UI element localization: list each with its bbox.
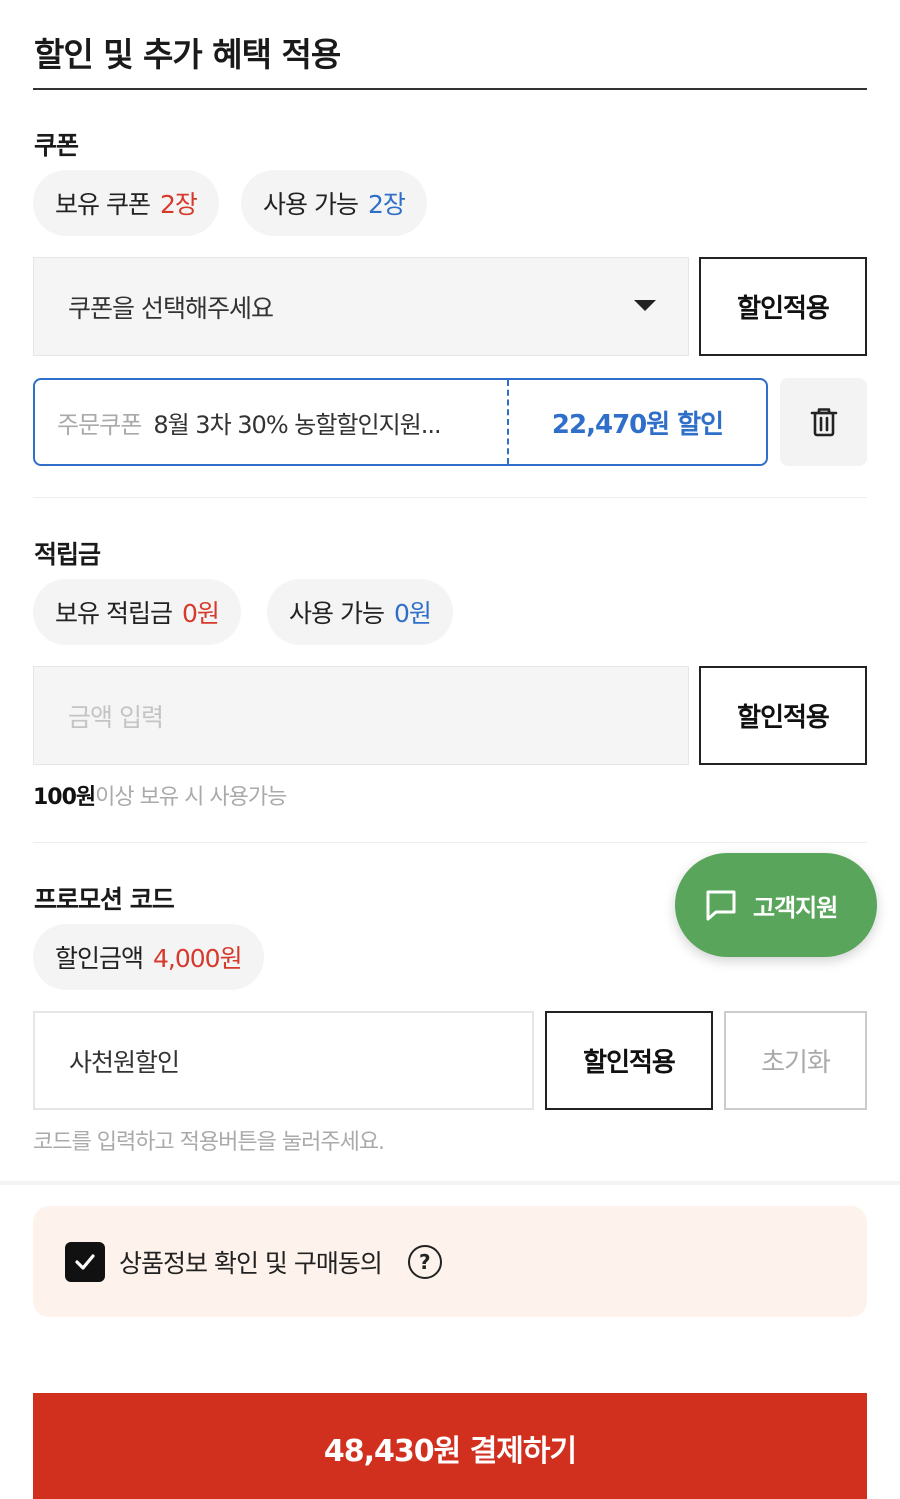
page-title: 할인 및 추가 혜택 적용 <box>34 35 341 74</box>
usable-points-value: 0원 <box>393 599 432 628</box>
owned-points-value: 0원 <box>181 599 220 628</box>
title-rule <box>33 88 867 90</box>
promo-discount-label: 할인금액 <box>55 944 144 973</box>
check-icon <box>75 1253 95 1270</box>
caret-down-icon <box>634 300 656 311</box>
coupon-select-value: 쿠폰을 선택해주세요 <box>68 293 274 323</box>
owned-points-label: 보유 적립금 <box>55 599 173 628</box>
section-divider <box>33 497 867 498</box>
promo-reset-button[interactable]: 초기화 <box>724 1011 867 1110</box>
applied-coupon-name: 8월 3차 30% 농할할인지원... <box>153 410 441 439</box>
owned-coupon-count: 2장 <box>159 190 198 219</box>
section-divider-thick <box>0 1181 900 1185</box>
applied-coupon-discount: 22,470원 할인 <box>551 409 724 440</box>
points-section-label: 적립금 <box>34 540 101 569</box>
customer-support-label: 고객지원 <box>753 893 838 922</box>
owned-coupon-label: 보유 쿠폰 <box>55 190 151 219</box>
points-hint: 100원이상 보유 시 사용가능 <box>33 779 287 811</box>
agree-label[interactable]: 상품정보 확인 및 구매동의 <box>119 1244 383 1280</box>
promo-apply-button[interactable]: 할인적용 <box>545 1011 713 1110</box>
usable-points-label: 사용 가능 <box>289 599 385 628</box>
owned-points-pill: 보유 적립금 0원 <box>33 579 241 645</box>
purchase-agreement-box: 상품정보 확인 및 구매동의 ? <box>33 1206 867 1317</box>
trash-icon <box>810 408 837 437</box>
coupon-apply-button[interactable]: 할인적용 <box>699 257 867 356</box>
promo-code-input[interactable]: 사천원할인 <box>33 1011 534 1110</box>
customer-support-button[interactable]: 고객지원 <box>675 853 877 957</box>
usable-coupon-pill: 사용 가능 2장 <box>241 170 427 236</box>
usable-points-pill: 사용 가능 0원 <box>267 579 453 645</box>
points-apply-button[interactable]: 할인적용 <box>699 666 867 765</box>
promo-discount-pill: 할인금액 4,000원 <box>33 924 264 990</box>
points-amount-input[interactable]: 금액 입력 <box>33 666 689 765</box>
section-divider <box>33 842 867 843</box>
promo-section-label: 프로모션 코드 <box>34 885 175 914</box>
coupon-section-label: 쿠폰 <box>34 131 79 160</box>
applied-coupon-type: 주문쿠폰 <box>57 410 142 439</box>
chat-icon <box>706 890 736 921</box>
applied-coupon-chip: 주문쿠폰 8월 3차 30% 농할할인지원... 22,470원 할인 <box>33 378 768 466</box>
remove-coupon-button[interactable] <box>780 378 867 466</box>
promo-hint: 코드를 입력하고 적용버튼을 눌러주세요. <box>33 1130 385 1155</box>
promo-discount-value: 4,000원 <box>153 944 243 973</box>
points-hint-amount: 100원 <box>33 785 96 810</box>
help-icon[interactable]: ? <box>407 1244 442 1279</box>
pay-button[interactable]: 48,430원 결제하기 <box>33 1393 867 1499</box>
usable-coupon-count: 2장 <box>367 190 406 219</box>
points-hint-text: 이상 보유 시 사용가능 <box>95 785 287 810</box>
agree-checkbox[interactable] <box>65 1241 105 1282</box>
coupon-select[interactable]: 쿠폰을 선택해주세요 <box>33 257 689 356</box>
applied-coupon-info: 주문쿠폰 8월 3차 30% 농할할인지원... <box>35 380 509 464</box>
usable-coupon-label: 사용 가능 <box>263 190 359 219</box>
owned-coupon-pill: 보유 쿠폰 2장 <box>33 170 219 236</box>
